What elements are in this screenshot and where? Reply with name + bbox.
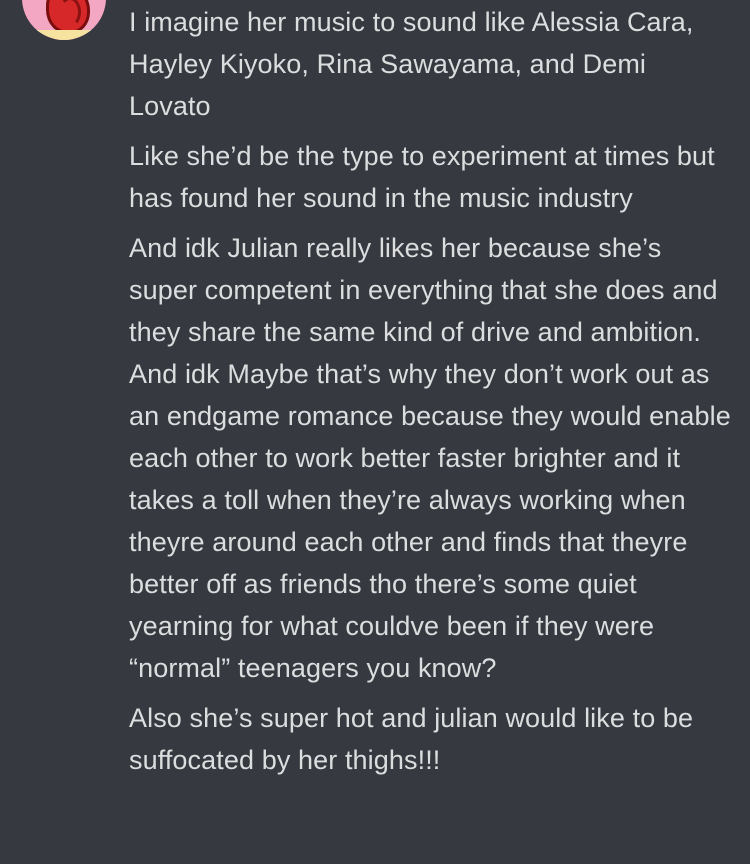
- avatar-art-icon: [46, 0, 90, 34]
- message-group: I imagine her music to sound like Alessi…: [129, 0, 734, 781]
- chat-message: Like she’d be the type to experiment at …: [129, 141, 715, 213]
- user-avatar[interactable]: [22, 0, 106, 40]
- chat-message: Also she’s super hot and julian would li…: [129, 703, 694, 775]
- chat-message: I imagine her music to sound like Alessi…: [129, 7, 694, 121]
- chat-view: I imagine her music to sound like Alessi…: [0, 0, 750, 864]
- avatar-rim: [22, 30, 106, 40]
- chat-message: And idk Julian really likes her because …: [129, 233, 731, 683]
